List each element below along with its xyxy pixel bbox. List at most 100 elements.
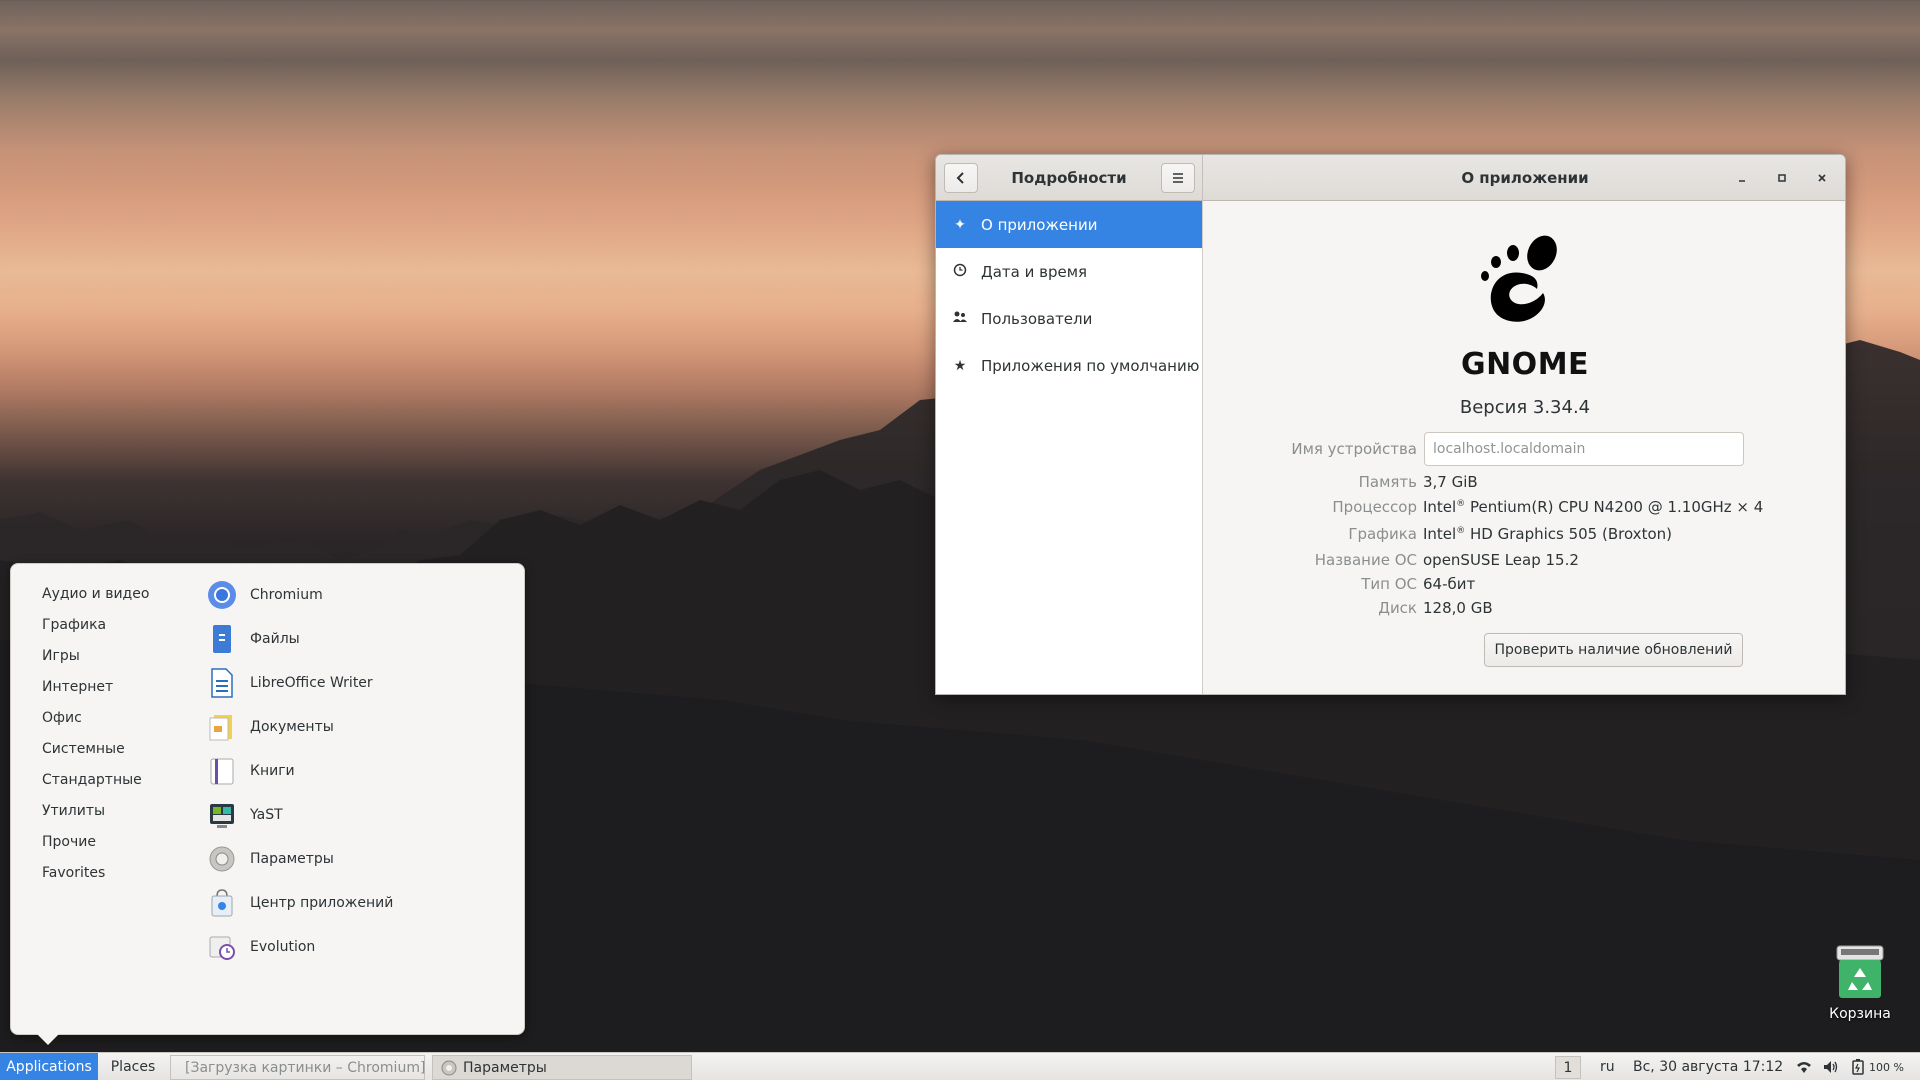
hamburger-icon [1173,173,1183,183]
app-evolution[interactable]: Evolution [207,929,315,965]
clock-icon [951,263,969,281]
settings-gear-icon [441,1060,457,1075]
sidebar-item-label: Пользователи [981,309,1093,328]
category-other[interactable]: Прочие [42,834,96,850]
app-label: Документы [250,719,334,735]
maximize-button[interactable] [1770,166,1794,190]
star-sparkle-icon: ✦ [954,216,966,233]
settings-gear-icon [207,844,237,874]
clock[interactable]: Вс, 30 августа 17:12 [1633,1053,1783,1080]
task-label: [Загрузка картинки – Chromium] [185,1059,426,1076]
sidebar-header: Подробности [936,155,1203,201]
app-libreoffice-writer[interactable]: LibreOffice Writer [207,665,373,701]
version-text: Версия 3.34.4 [1459,397,1591,418]
yast-icon [207,800,237,830]
device-name-label: Имя устройства [1291,440,1417,458]
category-internet[interactable]: Интернет [42,679,113,695]
app-chromium[interactable]: Chromium [207,577,323,613]
bottom-panel: Applications Places [Загрузка картинки –… [0,1052,1920,1080]
workspace-indicator[interactable]: 1 [1555,1056,1581,1079]
memory-value: 3,7 GiB [1423,473,1478,491]
software-center-icon [207,888,237,918]
graphics-value: Intel® HD Graphics 505 (Broxton) [1423,525,1672,543]
trash-icon [1836,945,1884,998]
task-label: Параметры [463,1059,547,1076]
category-graphics[interactable]: Графика [42,617,106,633]
app-label: YaST [250,807,283,823]
cpu-row: Процессор Intel® Pentium(R) CPU N4200 @ … [1203,498,1845,520]
close-button[interactable] [1810,166,1834,190]
category-audio-video[interactable]: Аудио и видео [42,586,149,602]
cpu-model: Pentium(R) CPU N4200 @ 1.10GHz × 4 [1465,498,1764,516]
sidebar-item-default-apps[interactable]: ★ Приложения по умолчанию [936,342,1202,389]
memory-row: Память 3,7 GiB [1203,473,1845,495]
os-type-value: 64-бит [1423,575,1476,593]
os-name-value: openSUSE Leap 15.2 [1423,551,1579,569]
disk-label: Диск [1378,599,1417,617]
device-name-field[interactable] [1424,432,1744,466]
writer-icon [207,668,237,698]
star-icon: ★ [953,357,967,374]
app-files[interactable]: Файлы [207,621,300,657]
task-settings[interactable]: Параметры [432,1055,692,1080]
app-books[interactable]: Книги [207,753,295,789]
graphics-label: Графика [1348,525,1417,543]
memory-label: Память [1358,473,1417,491]
wifi-icon[interactable] [1796,1053,1812,1080]
app-label: Chromium [250,587,323,603]
close-icon [1818,174,1826,182]
app-settings[interactable]: Параметры [207,841,334,877]
settings-window: Подробности О приложении ✦ О приложении … [935,154,1846,695]
places-button[interactable]: Places [98,1053,168,1080]
app-software-center[interactable]: Центр приложений [207,885,393,921]
category-system[interactable]: Системные [42,741,125,757]
about-panel: GNOME Версия 3.34.4 Имя устройства Памят… [1203,201,1845,694]
registered-mark: ® [1456,526,1466,536]
sidebar-item-datetime[interactable]: Дата и время [936,248,1202,295]
app-documents[interactable]: Документы [207,709,334,745]
sidebar-item-label: Приложения по умолчанию [981,356,1200,375]
sidebar-item-about[interactable]: ✦ О приложении [936,201,1202,248]
category-games[interactable]: Игры [42,648,80,664]
maximize-icon [1778,174,1786,182]
os-name-row: Название ОС openSUSE Leap 15.2 [1203,551,1845,573]
minimize-button[interactable] [1730,166,1754,190]
app-label: Файлы [250,631,300,647]
app-label: Центр приложений [250,895,394,911]
registered-mark: ® [1456,499,1466,509]
check-updates-button[interactable]: Проверить наличие обновлений [1484,633,1743,667]
battery-icon[interactable] [1852,1053,1864,1080]
task-chromium[interactable]: [Загрузка картинки – Chromium] [170,1055,425,1080]
volume-icon[interactable] [1823,1053,1839,1080]
category-accessories[interactable]: Стандартные [42,772,142,788]
sidebar-title: Подробности [1011,169,1127,187]
keyboard-layout[interactable]: ru [1600,1053,1615,1080]
sidebar-item-label: О приложении [981,215,1098,234]
menu-button[interactable] [1161,163,1195,193]
desktop-trash[interactable]: Корзина [1820,944,1900,1022]
disk-value: 128,0 GB [1423,599,1493,617]
gnome-foot-logo [1481,235,1557,322]
disk-row: Диск 128,0 GB [1203,599,1845,621]
os-type-label: Тип ОС [1361,575,1417,593]
files-icon [207,624,237,654]
graphics-brand: Intel [1423,525,1457,543]
books-icon [207,756,237,786]
menu-pointer-arrow [37,1034,59,1045]
sidebar-item-users[interactable]: Пользователи [936,295,1202,342]
os-name-label: Название ОС [1314,551,1417,569]
chromium-icon [207,580,237,610]
documents-icon [207,712,237,742]
graphics-row: Графика Intel® HD Graphics 505 (Broxton) [1203,525,1845,547]
app-yast[interactable]: YaST [207,797,283,833]
evolution-icon [207,932,237,962]
graphics-model: HD Graphics 505 (Broxton) [1465,525,1672,543]
category-favorites[interactable]: Favorites [42,865,105,881]
applications-button[interactable]: Applications [0,1053,98,1080]
category-office[interactable]: Офис [42,710,82,726]
sidebar: ✦ О приложении Дата и время Пользователи… [936,201,1203,694]
back-button[interactable] [944,163,978,193]
app-label: Книги [250,763,295,779]
chevron-left-icon [956,172,964,184]
category-utilities[interactable]: Утилиты [42,803,105,819]
